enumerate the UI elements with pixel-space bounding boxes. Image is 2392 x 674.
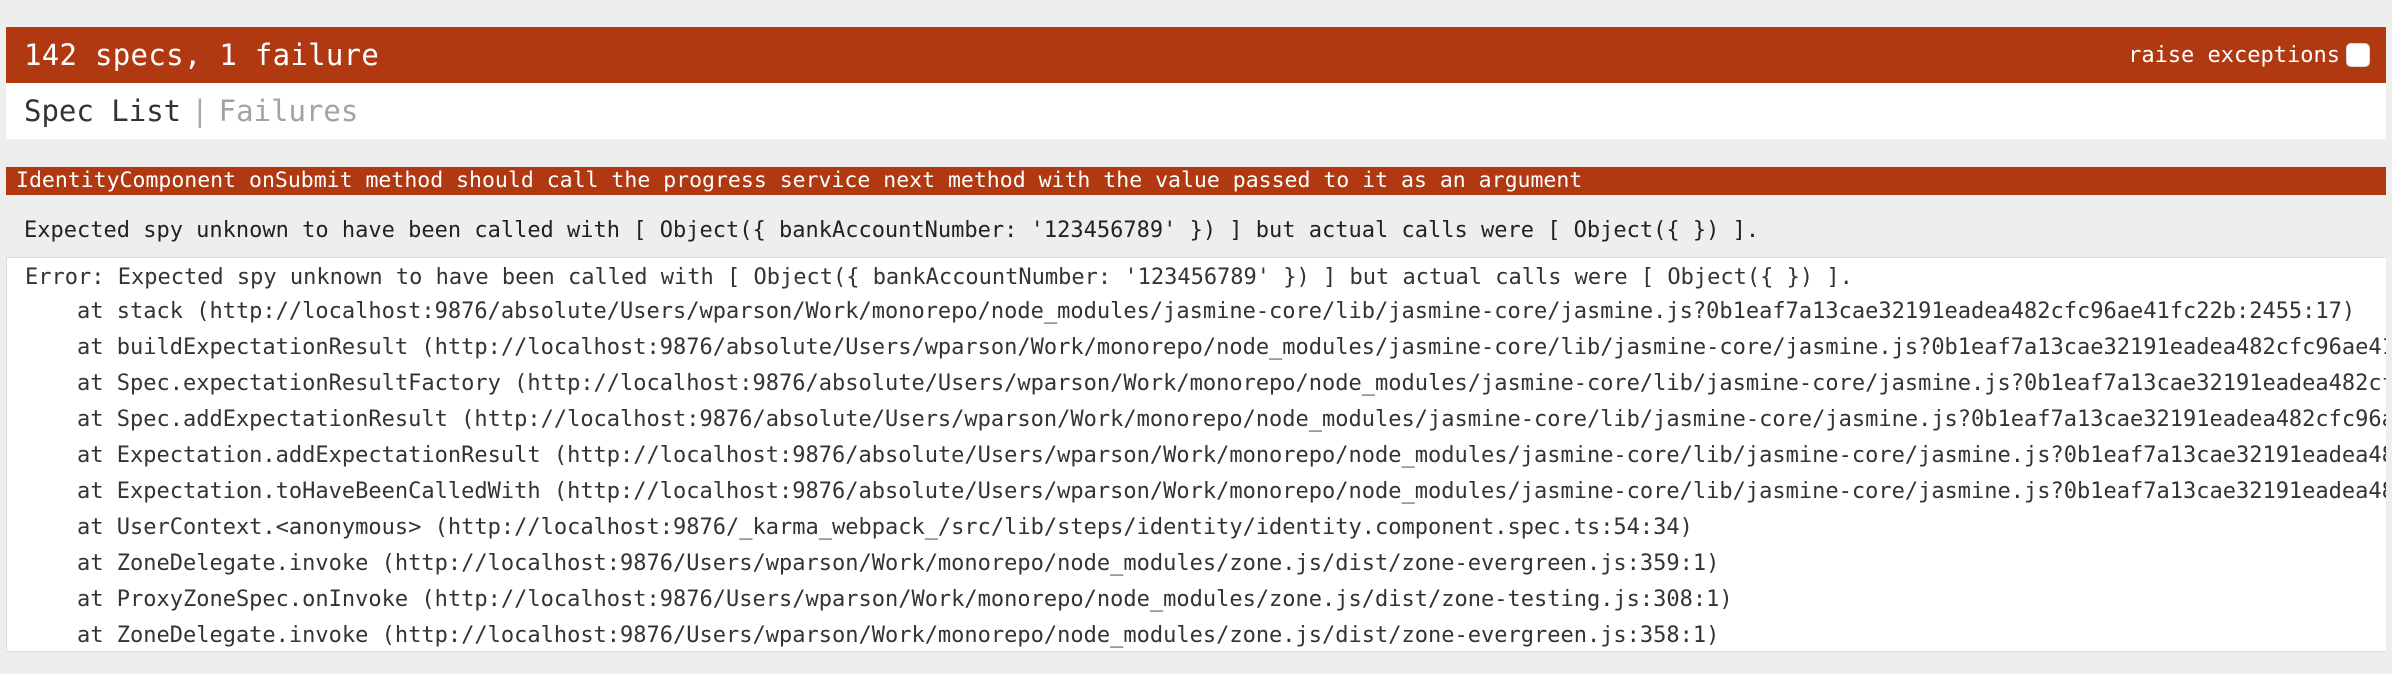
stack-frame: at ZoneDelegate.invoke (http://localhost… [77, 623, 1720, 648]
results-summary: 142 specs, 1 failure [24, 38, 380, 72]
stack-frame: at ProxyZoneSpec.onInvoke (http://localh… [77, 587, 1733, 612]
raise-exceptions-label: raise exceptions [2128, 42, 2340, 68]
results-alert-bar: 142 specs, 1 failure raise exceptions [6, 27, 2386, 83]
jasmine-reporter: 142 specs, 1 failure raise exceptions Sp… [6, 27, 2386, 652]
stack-frame: at Expectation.addExpectationResult (htt… [77, 443, 2386, 468]
menu-separator: | [191, 94, 209, 128]
stack-frame: at Spec.addExpectationResult (http://loc… [77, 407, 2386, 432]
stack-frame: at Expectation.toHaveBeenCalledWith (htt… [77, 479, 2386, 504]
stack-error-line: Error: Expected spy unknown to have been… [25, 265, 1853, 290]
stack-frame: at stack (http://localhost:9876/absolute… [77, 299, 2356, 324]
stack-frame: at ZoneDelegate.invoke (http://localhost… [77, 551, 1720, 576]
stack-frame: at buildExpectationResult (http://localh… [77, 335, 2386, 360]
failed-spec-description[interactable]: IdentityComponent onSubmit method should… [6, 167, 2386, 195]
stack-frame: at Spec.expectationResultFactory (http:/… [77, 371, 2386, 396]
raise-exceptions-checkbox[interactable] [2346, 43, 2370, 67]
failures-link[interactable]: Failures [219, 94, 359, 128]
failure-message: Expected spy unknown to have been called… [24, 218, 1760, 243]
raise-exceptions-option[interactable]: raise exceptions [2128, 43, 2370, 68]
stack-frame: at UserContext.<anonymous> (http://local… [77, 515, 1693, 540]
results-menu: Spec List | Failures [6, 83, 2386, 139]
spec-list-link[interactable]: Spec List [24, 94, 181, 128]
stack-trace: Error: Expected spy unknown to have been… [6, 257, 2386, 652]
